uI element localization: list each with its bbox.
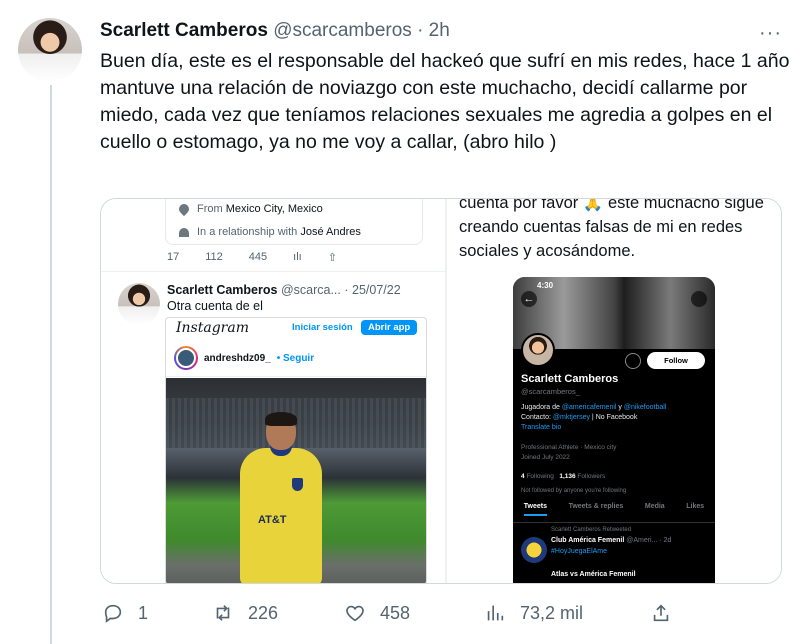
instagram-user-row: andreshdz09_ • Seguir — [174, 346, 314, 370]
views-count: 73,2 mil — [520, 602, 584, 623]
share-icon — [653, 604, 669, 622]
follow-counts: 4 Following 1,136 Followers — [521, 473, 606, 480]
media-image-left[interactable]: From Mexico City, Mexico In a relationsh… — [101, 199, 445, 583]
display-name[interactable]: Scarlett Camberos — [100, 20, 268, 41]
profile-meta: Professional Athlete · Mexico city Joine… — [521, 444, 617, 461]
stadium-photo: AT&T — [166, 378, 426, 583]
club-crest-icon — [292, 478, 303, 491]
small-retweet-count: 112 — [205, 251, 223, 263]
small-like-count: 445 — [248, 251, 268, 263]
profile-bio: Jugadora de @americafemenil y @nikefootb… — [521, 404, 667, 431]
instagram-logo: Instagram — [176, 320, 249, 336]
tab-tweets: Tweets — [523, 503, 547, 516]
reply-button[interactable]: 1 — [102, 602, 148, 624]
follow-button: Follow — [647, 352, 705, 369]
more-icon — [691, 291, 707, 307]
instagram-embed: Instagram Iniciar sesión Abrir app andre… — [165, 317, 427, 583]
location-row: From Mexico City, Mexico — [176, 201, 323, 217]
retweeted-label: Scarlett Camberos Retweeted — [551, 527, 632, 533]
quoted-header: Scarlett Camberos @scarca... · 25/07/22 — [167, 283, 401, 297]
profile-tabs: Tweets Tweets & replies Media Likes — [513, 503, 715, 523]
retweet-author: Club América Femenil @Ameri... · 2d — [551, 537, 672, 544]
small-reply-count: 17 — [167, 251, 180, 263]
phone-profile-screenshot: 4:30 ← Follow Scarlett Camberos @scarcam… — [513, 277, 715, 583]
reply-count: 1 — [138, 602, 149, 623]
retweet-text: Atlas vs América Femenil — [551, 571, 636, 578]
divider — [166, 376, 426, 377]
instagram-open-app-button: Abrir app — [361, 320, 418, 335]
retweet-button[interactable]: 226 — [212, 602, 278, 624]
person-hair — [265, 412, 297, 426]
instagram-login-link: Iniciar sesión — [292, 322, 353, 333]
thread-line — [50, 85, 52, 644]
person-in-jersey: AT&T — [232, 412, 328, 583]
right-caption: cuenta por favor 🙏 este muchacho sigue c… — [459, 199, 764, 260]
small-views-icon: ılı — [293, 251, 302, 263]
profile-avatar — [521, 333, 555, 367]
relationship-row: In a relationship with José Andres — [179, 226, 361, 238]
retweet-count: 226 — [248, 602, 279, 623]
location-icon — [176, 201, 192, 217]
tweet-header: Scarlett Camberos @scarcamberos · 2h — [100, 20, 450, 42]
back-arrow-icon: ← — [521, 291, 537, 307]
profile-handle: @scarcamberos_ — [521, 387, 580, 396]
profile-name: Scarlett Camberos — [521, 373, 619, 385]
small-action-bar: 17 112 445 ılı ⇧ — [167, 251, 337, 264]
tab-media: Media — [644, 503, 665, 510]
action-bar: 1 226 458 73,2 mil — [100, 598, 790, 630]
avatar[interactable] — [18, 18, 82, 82]
heart-icon — [346, 605, 364, 622]
message-icon — [625, 353, 641, 369]
heart-icon — [179, 227, 189, 237]
tab-tweets-replies: Tweets & replies — [568, 503, 624, 510]
not-followed-note: Not followed by anyone you're following — [521, 488, 627, 494]
handle-and-time[interactable]: @scarcamberos · 2h — [273, 20, 450, 41]
club-avatar — [521, 537, 547, 563]
divider — [101, 271, 445, 272]
retweet-icon — [216, 605, 230, 621]
instagram-follow-link: • Seguir — [276, 352, 315, 364]
instagram-avatar — [174, 346, 198, 370]
phone-time: 4:30 — [537, 281, 554, 290]
more-options-icon[interactable]: ··· — [759, 22, 782, 45]
quoted-text: Otra cuenta de el — [167, 299, 263, 313]
views-icon — [487, 605, 504, 621]
retweet-hashtag: #HoyJuegaElAme — [551, 548, 608, 555]
like-button[interactable]: 458 — [344, 602, 410, 624]
tab-likes: Likes — [686, 503, 705, 510]
small-share-icon: ⇧ — [327, 252, 337, 264]
jersey-sponsor: AT&T — [258, 514, 287, 526]
share-button[interactable] — [650, 602, 672, 624]
quoted-avatar — [118, 283, 160, 325]
media-grid[interactable]: From Mexico City, Mexico In a relationsh… — [100, 198, 782, 584]
views-button[interactable]: 73,2 mil — [484, 602, 583, 624]
tweet-text: Buen día, este es el responsable del hac… — [100, 50, 790, 153]
instagram-username: andreshdz09_ — [204, 352, 271, 364]
reply-icon — [104, 604, 122, 623]
media-image-right[interactable]: cuenta por favor 🙏 este muchacho sigue c… — [447, 199, 781, 583]
like-count: 458 — [380, 602, 411, 623]
